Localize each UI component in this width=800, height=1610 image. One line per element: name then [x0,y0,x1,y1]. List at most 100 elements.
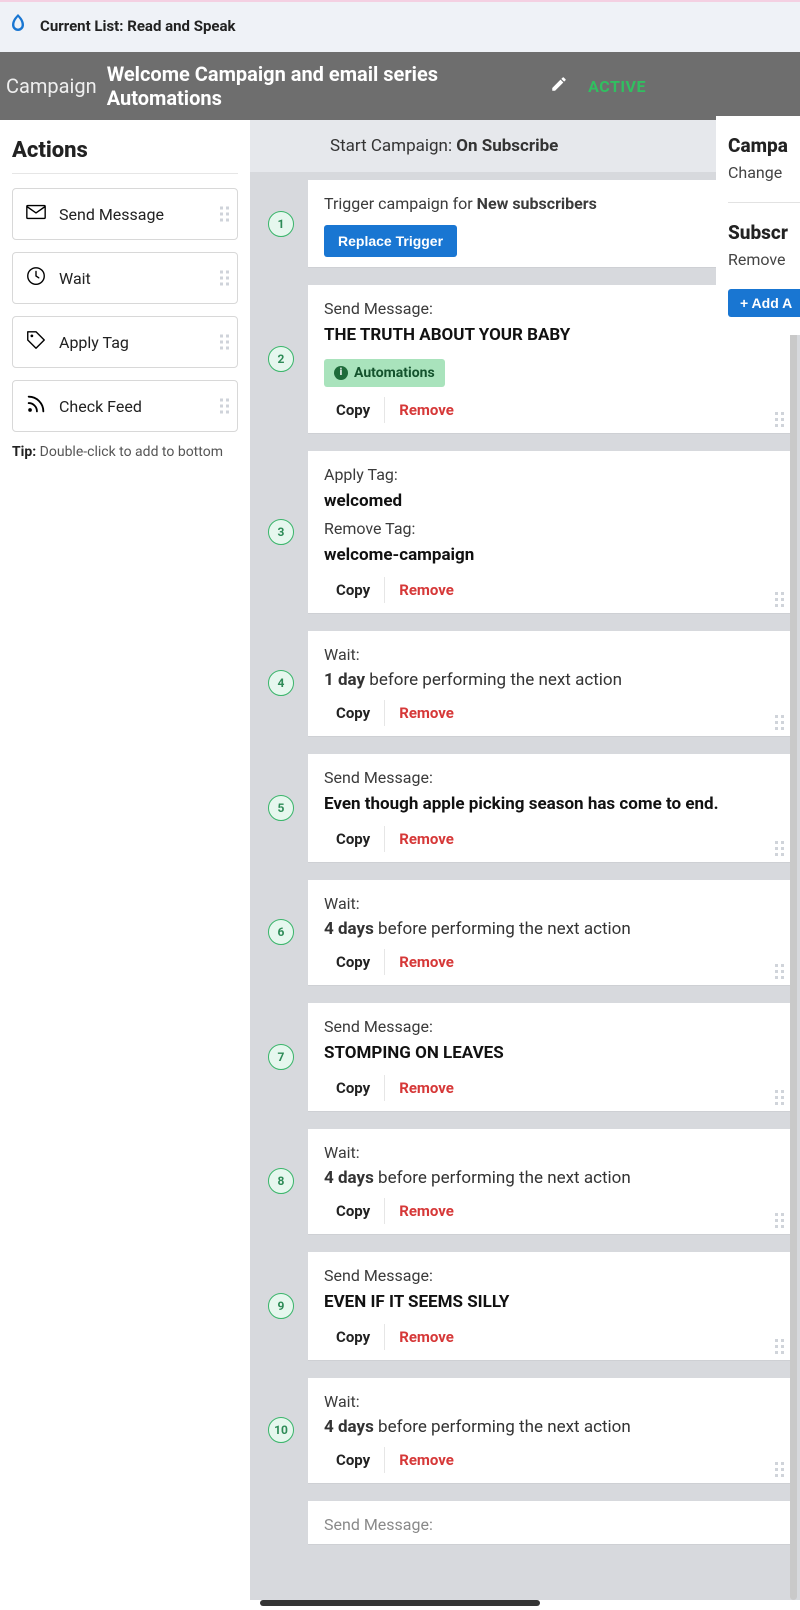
sidebar-heading: Actions [12,138,238,163]
step-heading: Send Message: [324,768,774,787]
step-row: 7 Send Message: STOMPING ON LEAVES CopyRe… [250,995,800,1111]
copy-button[interactable]: Copy [336,1447,385,1473]
message-title: EVEN IF IT SEEMS SILLY [324,1291,774,1314]
current-list-label[interactable]: Current List: Read and Speak [40,17,236,35]
step-heading: Trigger campaign for New subscribers [324,194,774,213]
action-item-envelope[interactable]: Send Message [12,188,238,240]
step-card[interactable]: Send Message: Even though apple picking … [308,754,790,862]
step-number-badge: 4 [268,670,294,696]
step-number-badge: 3 [268,519,294,545]
campaign-title: Welcome Campaign and email series Automa… [107,62,536,110]
message-title: Even though apple picking season has com… [324,793,774,816]
action-item-feed[interactable]: Check Feed [12,380,238,432]
copy-button[interactable]: Copy [336,1198,385,1224]
action-item-label: Send Message [59,205,164,224]
copy-button[interactable]: Copy [336,397,385,423]
step-number-badge: 6 [268,919,294,945]
envelope-icon [25,201,47,227]
copy-button[interactable]: Copy [336,700,385,726]
step-number-badge: 8 [268,1168,294,1194]
step-card[interactable]: Wait: 1 day before performing the next a… [308,631,790,736]
step-heading: Send Message: [324,1017,774,1036]
clock-icon [25,265,47,291]
remove-button[interactable]: Remove [385,1324,454,1350]
action-item-label: Check Feed [59,397,142,416]
right-heading-campaign: Campa [728,134,800,157]
remove-button[interactable]: Remove [385,577,454,603]
step-row: 9 Send Message: EVEN IF IT SEEMS SILLY Co… [250,1244,800,1360]
step-number-badge: 10 [268,1417,294,1443]
copy-button[interactable]: Copy [336,826,385,852]
apply-tag-value: welcomed [324,490,774,513]
step-card[interactable]: Send Message: STOMPING ON LEAVES CopyRem… [308,1003,790,1111]
remove-button[interactable]: Remove [385,949,454,975]
list-bar: Current List: Read and Speak [0,0,800,52]
add-button[interactable]: + Add A [728,289,800,317]
action-item-label: Apply Tag [59,333,129,352]
remove-button[interactable]: Remove [385,700,454,726]
campaign-label: Campaign [6,74,97,98]
copy-button[interactable]: Copy [336,949,385,975]
apply-tag-label: Apply Tag: [324,465,774,484]
message-title: STOMPING ON LEAVES [324,1042,774,1065]
remove-button[interactable]: Remove [385,1198,454,1224]
home-indicator [260,1600,540,1606]
action-item-label: Wait [59,269,91,288]
remove-button[interactable]: Remove [385,826,454,852]
step-heading: Wait: [324,1143,774,1162]
step-row: Send Message: [250,1493,800,1544]
step-heading: Wait: [324,894,774,913]
remove-button[interactable]: Remove [385,1075,454,1101]
edit-icon[interactable] [550,75,568,97]
step-number-badge: 1 [268,211,294,237]
tag-icon [25,329,47,355]
step-heading: Wait: [324,1392,774,1411]
wait-description: 1 day before performing the next action [324,670,774,690]
step-card[interactable]: Wait: 4 days before performing the next … [308,1129,790,1234]
right-heading-subscribers: Subscr [728,221,800,244]
copy-button[interactable]: Copy [336,1075,385,1101]
actions-sidebar: Actions Send Message Wait Apply Tag Chec… [0,120,250,1600]
action-item-clock[interactable]: Wait [12,252,238,304]
wait-description: 4 days before performing the next action [324,1417,774,1437]
wait-description: 4 days before performing the next action [324,1168,774,1188]
action-item-tag[interactable]: Apply Tag [12,316,238,368]
automations-badge[interactable]: iAutomations [324,359,445,387]
remove-tag-value: welcome-campaign [324,544,774,567]
automation-canvas: Start Campaign: On Subscribe 1Trigger ca… [250,120,800,1600]
remove-tag-label: Remove Tag: [324,519,774,538]
campaign-status-badge: ACTIVE [588,77,646,96]
remove-button[interactable]: Remove [385,1447,454,1473]
step-card[interactable]: Wait: 4 days before performing the next … [308,880,790,985]
step-heading: Send Message: [324,1515,774,1534]
step-number-badge: 2 [268,346,294,372]
step-card[interactable]: Send Message: EVEN IF IT SEEMS SILLY Cop… [308,1252,790,1360]
step-row: 8 Wait: 4 days before performing the next… [250,1121,800,1234]
right-remove-link[interactable]: Remove [728,250,800,269]
step-row: 10 Wait: 4 days before performing the nex… [250,1370,800,1483]
message-title: THE TRUTH ABOUT YOUR BABY [324,324,774,347]
campaign-bar: Campaign Welcome Campaign and email seri… [0,52,800,120]
sidebar-tip: Tip: Double-click to add to bottom [12,444,238,460]
step-card[interactable]: Send Message: [308,1501,790,1544]
step-heading: Send Message: [324,1266,774,1285]
remove-button[interactable]: Remove [385,397,454,423]
feed-icon [25,393,47,419]
step-row: 4 Wait: 1 day before performing the next … [250,623,800,736]
step-row: 3 Apply Tag: welcomed Remove Tag: welcome… [250,443,800,613]
step-card[interactable]: Wait: 4 days before performing the next … [308,1378,790,1483]
wait-description: 4 days before performing the next action [324,919,774,939]
step-card[interactable]: Apply Tag: welcomed Remove Tag: welcome-… [308,451,790,613]
step-heading: Send Message: [324,299,774,318]
right-change-link[interactable]: Change [728,163,800,182]
right-panel: Campa Change Subscr Remove + Add A [716,116,800,335]
copy-button[interactable]: Copy [336,1324,385,1350]
step-number-badge: 5 [268,795,294,821]
step-row: 5 Send Message: Even though apple picking… [250,746,800,862]
step-row: 6 Wait: 4 days before performing the next… [250,872,800,985]
step-number-badge: 9 [268,1293,294,1319]
app-logo-icon [6,12,30,40]
copy-button[interactable]: Copy [336,577,385,603]
replace-trigger-button[interactable]: Replace Trigger [324,225,457,257]
step-number-badge: 7 [268,1044,294,1070]
